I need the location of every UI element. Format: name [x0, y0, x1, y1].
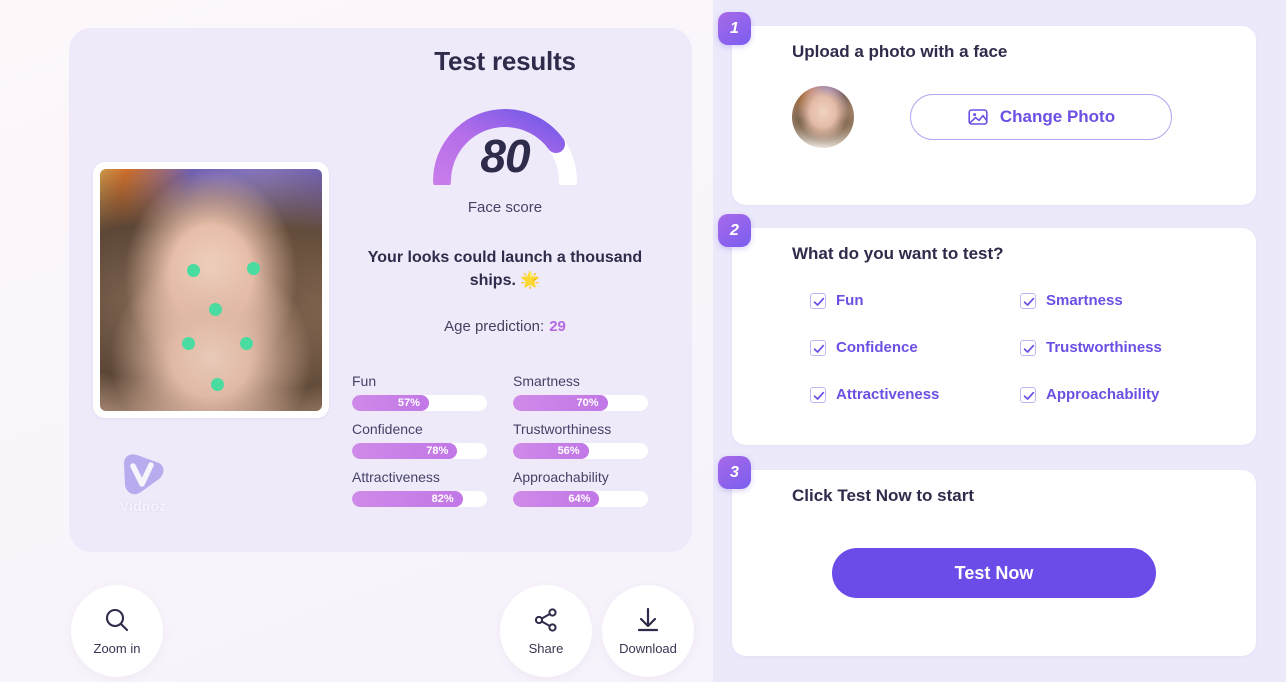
face-landmark-dot [211, 377, 225, 391]
change-photo-label: Change Photo [999, 107, 1116, 126]
avatar [792, 86, 854, 148]
share-button[interactable]: Share [500, 585, 592, 677]
face-photo [100, 169, 322, 411]
test-option-approachability[interactable]: Approachability [1020, 386, 1230, 403]
check-icon [1023, 344, 1035, 353]
face-landmark-dot [246, 261, 260, 275]
step-card-start: 3 Click Test Now to start Test Now [718, 456, 1256, 656]
trait-bar-percent: 82% [431, 493, 454, 505]
trait-bar-track: 78% [352, 443, 487, 459]
check-icon [813, 297, 825, 306]
share-icon [534, 608, 557, 632]
checkbox-icon[interactable] [1020, 386, 1036, 403]
face-landmark-dot [182, 336, 196, 350]
trait-bar-fill: 57% [352, 395, 429, 411]
face-landmark-dot [186, 264, 200, 278]
vidnoz-watermark: Vidnoz [111, 452, 175, 514]
trait-name: Attractiveness [352, 469, 440, 485]
zoom-in-label: Zoom in [93, 641, 141, 656]
change-photo-button[interactable]: Change Photo [910, 94, 1172, 140]
test-option-label: Approachability [1046, 386, 1160, 403]
download-icon [637, 607, 659, 632]
test-option-label: Smartness [1046, 292, 1123, 309]
step-2-title: What do you want to test? [792, 244, 1004, 263]
test-option-trustworthiness[interactable]: Trustworthiness [1020, 339, 1230, 356]
face-score-label: Face score [467, 199, 543, 216]
face-photo-frame [93, 162, 329, 418]
step-1-body: Change Photo [732, 62, 1256, 148]
trait-bar-fill: 70% [513, 395, 608, 411]
trait-bar-track: 57% [352, 395, 487, 411]
test-option-fun[interactable]: Fun [810, 292, 1020, 309]
checkbox-icon[interactable] [1020, 292, 1036, 309]
checkbox-icon[interactable] [810, 339, 826, 356]
test-option-label: Confidence [836, 339, 918, 356]
checkbox-icon[interactable] [810, 292, 826, 309]
test-option-label: Trustworthiness [1046, 339, 1162, 356]
step-card-upload: 1 Upload a photo with a face Change Phot… [718, 12, 1256, 205]
magnifier-icon [105, 608, 129, 632]
trait-name: Confidence [352, 421, 423, 437]
zoom-in-button[interactable]: Zoom in [71, 585, 163, 677]
age-prediction-value: 29 [549, 318, 566, 335]
trait-bar-fill: 56% [513, 443, 589, 459]
age-prediction-label: Age prediction: [444, 318, 545, 335]
trait-bar-track: 82% [352, 491, 487, 507]
checkbox-icon[interactable] [810, 386, 826, 403]
face-landmark-dot [208, 302, 222, 316]
age-prediction-row: Age prediction: 29 [345, 318, 665, 335]
step-3-title: Click Test Now to start [792, 486, 974, 505]
download-label: Download [619, 641, 677, 656]
test-option-confidence[interactable]: Confidence [810, 339, 1020, 356]
step-badge-2: 2 [718, 214, 751, 247]
step-1-title: Upload a photo with a face [792, 42, 1008, 61]
trait-bar-track: 56% [513, 443, 648, 459]
traits-grid: Fun Smartness 57% 70% Confidence Trustworthin… [345, 363, 665, 507]
checkbox-icon[interactable] [1020, 339, 1036, 356]
test-option-label: Attractiveness [836, 386, 940, 403]
test-option-label: Fun [836, 292, 864, 309]
face-score-gauge: 80 [429, 93, 581, 185]
vidnoz-watermark-text: Vidnoz [119, 498, 167, 514]
trait-bar-fill: 82% [352, 491, 463, 507]
trait-name: Smartness [513, 373, 580, 389]
step-card-options: 2 What do you want to test? Fun Smartness… [718, 214, 1256, 445]
trait-bar-percent: 78% [426, 445, 449, 457]
results-title: Test results [434, 46, 576, 76]
trait-bar-fill: 64% [513, 491, 600, 507]
trait-bar-percent: 57% [397, 397, 420, 409]
check-icon [1023, 391, 1035, 400]
check-icon [813, 344, 825, 353]
trait-bar-track: 64% [513, 491, 648, 507]
trait-bar-percent: 70% [576, 397, 599, 409]
trait-bar-percent: 64% [568, 493, 591, 505]
face-score-value: 80 [480, 130, 530, 182]
trait-name: Trustworthiness [513, 421, 612, 437]
step-badge-1: 1 [718, 12, 751, 45]
image-icon [968, 109, 988, 125]
test-option-attractiveness[interactable]: Attractiveness [810, 386, 1020, 403]
trait-bar-track: 70% [513, 395, 648, 411]
trait-bar-fill: 78% [352, 443, 458, 459]
check-icon [1023, 297, 1035, 306]
test-option-smartness[interactable]: Smartness [1020, 292, 1230, 309]
download-button[interactable]: Download [602, 585, 694, 677]
results-tagline: Your looks could launch a thousand ships… [367, 249, 643, 289]
trait-name: Fun [352, 373, 377, 389]
vidnoz-logo-icon [124, 454, 164, 495]
face-landmark-dot [240, 336, 254, 350]
check-icon [813, 391, 825, 400]
share-label: Share [528, 641, 564, 656]
test-now-button[interactable]: Test Now [832, 548, 1156, 598]
results-column: Test results 80 Face score Your looks co… [345, 46, 665, 507]
trait-bar-percent: 56% [557, 445, 580, 457]
step-badge-3: 3 [718, 456, 751, 489]
trait-name: Approachability [513, 469, 609, 485]
test-options-grid: Fun Smartness Confidence Trustworthiness Att… [732, 264, 1256, 403]
